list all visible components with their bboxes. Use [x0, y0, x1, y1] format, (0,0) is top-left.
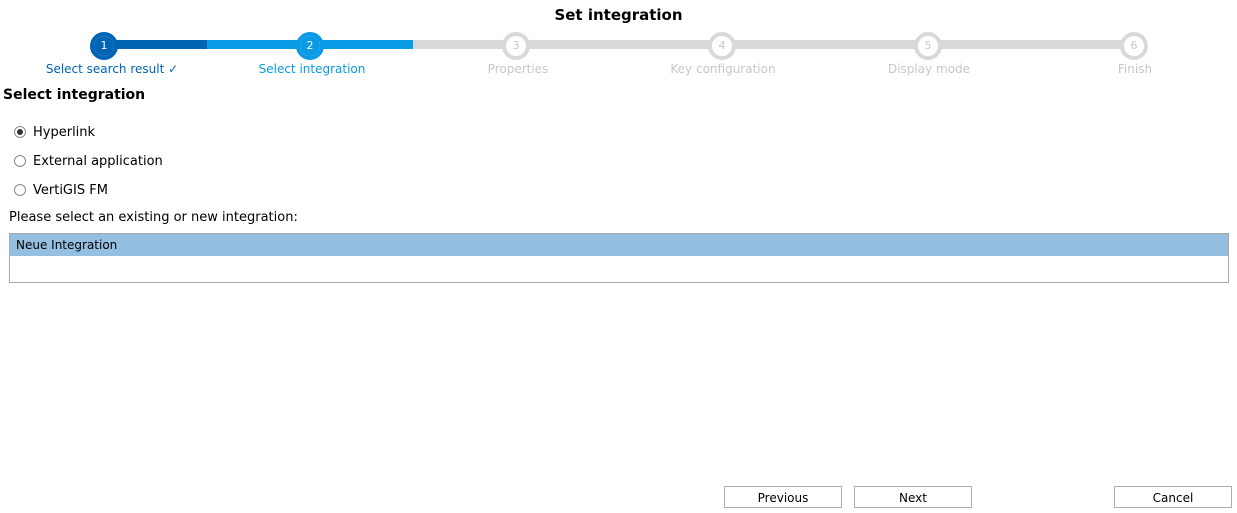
- step-2-number: 2: [300, 36, 320, 56]
- step-4-circle: 4: [708, 32, 736, 60]
- cancel-button[interactable]: Cancel: [1114, 486, 1232, 508]
- step-1-number: 1: [94, 36, 114, 56]
- step-2-label[interactable]: Select integration: [222, 62, 402, 76]
- step-track-1: [104, 40, 207, 49]
- radio-label-vertigis-fm: VertiGIS FM: [33, 182, 108, 198]
- step-2-circle[interactable]: 2: [296, 32, 324, 60]
- previous-button[interactable]: Previous: [724, 486, 842, 508]
- step-3-label: Properties: [487, 62, 549, 76]
- step-6-label: Finish: [1117, 62, 1153, 76]
- integration-list[interactable]: Neue Integration: [9, 233, 1229, 283]
- step-4-number: 4: [718, 39, 726, 52]
- section-title: Select integration: [3, 87, 146, 103]
- radio-button[interactable]: [14, 184, 26, 196]
- step-5-label: Display mode: [887, 62, 971, 76]
- integration-list-prompt: Please select an existing or new integra…: [9, 210, 298, 225]
- radio-vertigis-fm[interactable]: VertiGIS FM: [14, 181, 108, 199]
- step-6-number: 6: [1130, 39, 1138, 52]
- list-item-selected[interactable]: Neue Integration: [10, 234, 1228, 256]
- step-1-circle[interactable]: 1: [90, 32, 118, 60]
- radio-label-external-application: External application: [33, 153, 163, 169]
- radio-label-hyperlink: Hyperlink: [33, 124, 96, 140]
- radio-hyperlink[interactable]: Hyperlink: [14, 123, 95, 141]
- radio-button[interactable]: [14, 155, 26, 167]
- radio-button-checked[interactable]: [14, 126, 26, 138]
- step-5-circle: 5: [914, 32, 942, 60]
- dialog-title: Set integration: [554, 6, 683, 24]
- next-button[interactable]: Next: [854, 486, 972, 508]
- step-3-number: 3: [512, 39, 520, 52]
- step-6-circle: 6: [1120, 32, 1148, 60]
- step-4-label: Key configuration: [670, 62, 776, 76]
- step-5-number: 5: [924, 39, 932, 52]
- radio-external-application[interactable]: External application: [14, 152, 163, 170]
- step-3-circle: 3: [502, 32, 530, 60]
- step-1-label[interactable]: Select search result ✓: [22, 62, 202, 76]
